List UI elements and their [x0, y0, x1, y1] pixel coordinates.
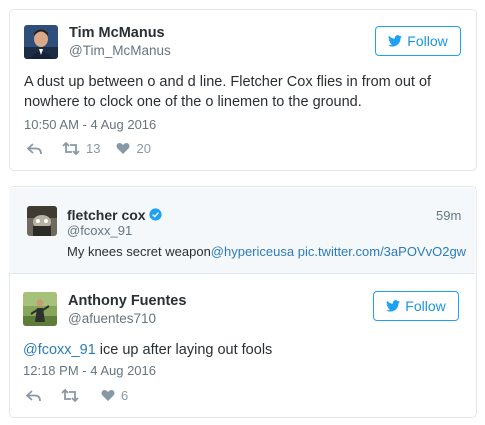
- quoted-text-plain: My knees secret weapon: [67, 244, 211, 259]
- author-handle[interactable]: @fcoxx_91: [67, 223, 132, 238]
- retweet-button[interactable]: [61, 389, 79, 402]
- author-name[interactable]: fletcher cox: [67, 207, 162, 223]
- retweet-count: 13: [86, 141, 101, 156]
- tweet-text-line: nowhere to clock one of the o linemen to…: [24, 94, 362, 110]
- avatar[interactable]: [27, 206, 57, 236]
- timestamp[interactable]: 10:50 AM - 4 Aug 2016: [24, 117, 156, 132]
- tweet-actions: 13 20: [27, 141, 151, 156]
- follow-label: Follow: [407, 33, 448, 49]
- avatar[interactable]: [24, 25, 58, 59]
- tweet-card: Tim McManus @Tim_McManus Follow A dust u…: [9, 9, 477, 171]
- media-link[interactable]: pic.twitter.com/3aPOVvO2gw: [298, 244, 466, 259]
- reply-button[interactable]: [26, 389, 41, 402]
- author-name[interactable]: Anthony Fuentes: [68, 293, 186, 309]
- author-name[interactable]: Tim McManus: [69, 25, 165, 41]
- author-name-text: fletcher cox: [67, 207, 146, 223]
- like-count: 20: [136, 141, 151, 156]
- timestamp[interactable]: 12:18 PM - 4 Aug 2016: [23, 363, 156, 378]
- follow-button[interactable]: Follow: [373, 291, 459, 321]
- reply-button[interactable]: [27, 142, 42, 155]
- verified-badge-icon: [149, 208, 162, 221]
- like-count: 6: [121, 388, 129, 403]
- like-button[interactable]: 20: [116, 141, 151, 156]
- reply-icon: [26, 389, 41, 401]
- retweet-button[interactable]: 13: [62, 141, 100, 156]
- twitter-bird-icon: [386, 300, 401, 312]
- avatar[interactable]: [23, 292, 57, 326]
- tweet-text-line: A dust up between o and d line. Fletcher…: [24, 74, 432, 90]
- retweet-icon: [62, 142, 80, 155]
- quoted-tweet[interactable]: fletcher cox @fcoxx_91 59m My knees secr…: [9, 188, 475, 274]
- reply-icon: [27, 142, 42, 154]
- tweet-text-rest: ice up after laying out fools: [95, 342, 273, 358]
- follow-button[interactable]: Follow: [375, 26, 461, 56]
- author-handle[interactable]: @afuentes710: [68, 311, 156, 326]
- heart-icon: [101, 389, 115, 401]
- retweet-icon: [61, 389, 79, 402]
- follow-label: Follow: [405, 298, 446, 314]
- heart-icon: [116, 142, 130, 154]
- twitter-bird-icon: [388, 35, 403, 47]
- mention-link[interactable]: @fcoxx_91: [23, 342, 96, 358]
- relative-time[interactable]: 59m: [436, 208, 461, 223]
- quoted-text: My knees secret weapon@hypericeusa pic.t…: [67, 242, 466, 262]
- tweet-text: A dust up between o and d line. Fletcher…: [24, 72, 431, 112]
- tweet-text: @fcoxx_91 ice up after laying out fools: [23, 340, 272, 360]
- like-button[interactable]: 6: [101, 388, 128, 403]
- author-handle[interactable]: @Tim_McManus: [69, 43, 171, 58]
- mention-link[interactable]: @hypericeusa: [211, 244, 294, 259]
- tweet-actions: 6: [26, 388, 128, 403]
